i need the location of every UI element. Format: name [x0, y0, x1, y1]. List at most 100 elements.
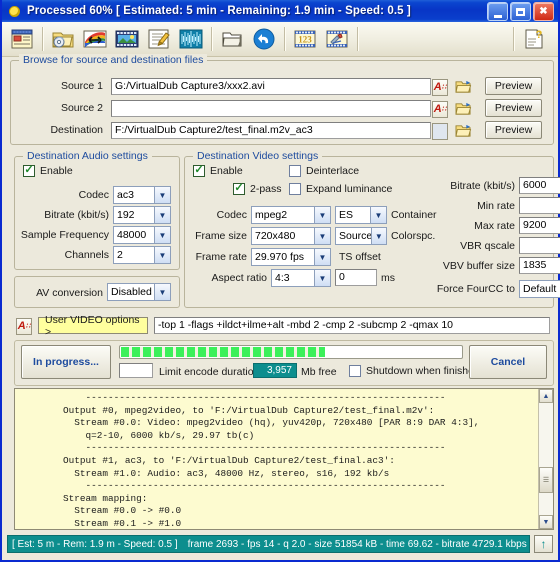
color-convert-icon[interactable] [81, 25, 109, 53]
main-toolbar: 123 ? [2, 22, 558, 57]
source2-row: Source 2 A ∷ Preview [11, 98, 553, 120]
audio-bitrate-value: 192 [117, 209, 135, 221]
scroll-thumb[interactable]: ☰ [539, 467, 553, 493]
source1-input[interactable]: G:/VirtualDub Capture3/xxx2.avi [111, 78, 431, 95]
source2-input[interactable] [111, 100, 431, 117]
close-button[interactable]: ✖ [533, 2, 554, 21]
svg-text:123: 123 [298, 35, 312, 45]
chevron-down-icon[interactable]: ▼ [154, 187, 170, 203]
audio-enable-checkbox[interactable]: ✓ [23, 164, 35, 177]
expand-luminance-row[interactable]: Expand luminance [289, 183, 392, 195]
film-123-icon[interactable]: 123 [291, 25, 319, 53]
window-controls: ✖ [487, 2, 554, 21]
aspect-ratio-select[interactable]: 4:3 ▼ [271, 269, 331, 287]
ts-offset-input[interactable]: 0 [335, 269, 377, 286]
chevron-down-icon[interactable]: ▼ [314, 228, 330, 244]
help-document-icon[interactable]: ? [520, 25, 548, 53]
deinterlace-checkbox[interactable] [289, 165, 301, 177]
waveform-icon[interactable] [177, 25, 205, 53]
chevron-down-icon[interactable]: ▼ [370, 228, 386, 244]
vbr-qscale-label: VBR qscale [460, 240, 515, 252]
vbv-buffer-label: VBV buffer size [442, 260, 515, 272]
expand-luminance-checkbox[interactable] [289, 183, 301, 195]
audio-samplefreq-select[interactable]: 48000 ▼ [113, 226, 171, 244]
force-fourcc-label: Force FourCC to [436, 283, 515, 295]
edit-note-icon[interactable] [145, 25, 173, 53]
source2-preview-button[interactable]: Preview [485, 99, 542, 117]
chevron-down-icon[interactable]: ▼ [154, 284, 170, 300]
scroll-track[interactable]: ☰ [539, 403, 553, 515]
container-select[interactable]: ES ▼ [335, 206, 387, 224]
chevron-down-icon[interactable]: ▼ [314, 249, 330, 265]
audio-codec-label: Codec [78, 189, 109, 201]
source1-audio-options-icon[interactable]: A ∷ [432, 79, 448, 96]
colorspace-value: Source [339, 230, 371, 242]
audio-channels-label: Channels [64, 249, 109, 261]
shutdown-row[interactable]: Shutdown when finished [349, 365, 480, 377]
destination-preview-button[interactable]: Preview [485, 121, 542, 139]
shutdown-checkbox[interactable] [349, 365, 361, 377]
audio-codec-select[interactable]: ac3 ▼ [113, 186, 171, 204]
film-tools-icon[interactable] [323, 25, 351, 53]
colorspace-select[interactable]: Source ▼ [335, 227, 387, 245]
minimize-button[interactable] [487, 2, 508, 21]
video-enable-row[interactable]: ✓ Enable [193, 164, 243, 177]
af-letter: A [433, 81, 442, 93]
in-progress-button[interactable]: In progress... [21, 345, 111, 379]
chevron-down-icon[interactable]: ▼ [154, 207, 170, 223]
aspect-ratio-value: 4:3 [275, 272, 290, 284]
source2-audio-options-icon[interactable]: A ∷ [432, 101, 448, 118]
av-conversion-select[interactable]: Disabled ▼ [107, 283, 171, 301]
user-video-options-row: A ∷ User VIDEO options > -top 1 -flags +i… [14, 314, 552, 338]
user-video-options-input[interactable]: -top 1 -flags +ildct+ilme+alt -mbd 2 -cm… [154, 317, 550, 334]
folder-out-icon[interactable] [218, 25, 246, 53]
chevron-down-icon[interactable]: ▼ [314, 207, 330, 223]
video-codec-select[interactable]: mpeg2 ▼ [251, 206, 331, 224]
log-scrollbar[interactable]: ▲ ☰ ▼ [538, 389, 553, 529]
audio-bitrate-select[interactable]: 192 ▼ [113, 206, 171, 224]
min-rate-input[interactable] [519, 197, 560, 214]
destination-browse-folder-icon[interactable] [455, 123, 472, 141]
maximize-button[interactable] [510, 2, 531, 21]
vbv-buffer-input[interactable]: 1835 [519, 257, 560, 274]
settings-window-icon[interactable] [8, 25, 36, 53]
bitrate-input[interactable]: 6000 [519, 177, 560, 194]
vbr-qscale-input[interactable] [519, 237, 560, 254]
scroll-down-icon[interactable]: ▼ [539, 515, 553, 529]
film-image-icon[interactable] [113, 25, 141, 53]
log-output-text: ----------------------------------------… [63, 392, 480, 529]
frame-size-select[interactable]: 720x480 ▼ [251, 227, 331, 245]
frame-rate-select[interactable]: 29.970 fps ▼ [251, 248, 331, 266]
deinterlace-row[interactable]: Deinterlace [289, 165, 359, 177]
audio-channels-select[interactable]: 2 ▼ [113, 246, 171, 264]
two-pass-checkbox[interactable]: ✓ [233, 182, 245, 195]
browse-group: Browse for source and destination files … [10, 54, 554, 145]
destination-input[interactable]: F:/VirtualDub Capture2/test_final.m2v_ac… [111, 122, 431, 139]
user-video-options-button[interactable]: User VIDEO options > [38, 314, 148, 338]
limit-duration-input[interactable] [119, 363, 153, 378]
up-arrow-icon[interactable]: ↑ [534, 535, 553, 553]
source2-browse-folder-icon[interactable] [455, 101, 472, 119]
destination-disabled-slot [432, 123, 448, 140]
max-rate-input[interactable]: 9200 [519, 217, 560, 234]
two-pass-row[interactable]: ✓ 2-pass [233, 182, 282, 195]
chevron-down-icon[interactable]: ▼ [314, 270, 330, 286]
audio-enable-row[interactable]: ✓ Enable [23, 164, 73, 177]
log-output-panel[interactable]: ----------------------------------------… [14, 388, 554, 530]
undo-arrow-icon[interactable] [250, 25, 278, 53]
chevron-down-icon[interactable]: ▼ [154, 227, 170, 243]
cancel-button[interactable]: Cancel [469, 345, 547, 379]
video-enable-checkbox[interactable]: ✓ [193, 164, 205, 177]
user-options-af-icon[interactable]: A ∷ [16, 318, 32, 335]
scroll-up-icon[interactable]: ▲ [539, 389, 553, 403]
chevron-down-icon[interactable]: ▼ [370, 207, 386, 223]
destination-label: Destination [50, 124, 103, 136]
af-letter: A [17, 320, 26, 332]
source1-preview-button[interactable]: Preview [485, 77, 542, 95]
status-dot-icon [9, 5, 20, 17]
chevron-down-icon[interactable]: ▼ [154, 247, 170, 263]
source1-browse-folder-icon[interactable] [455, 79, 472, 97]
open-folder-disc-icon[interactable] [49, 25, 77, 53]
source2-label: Source 2 [60, 102, 103, 114]
force-fourcc-select[interactable]: Default ▼ [519, 280, 560, 298]
